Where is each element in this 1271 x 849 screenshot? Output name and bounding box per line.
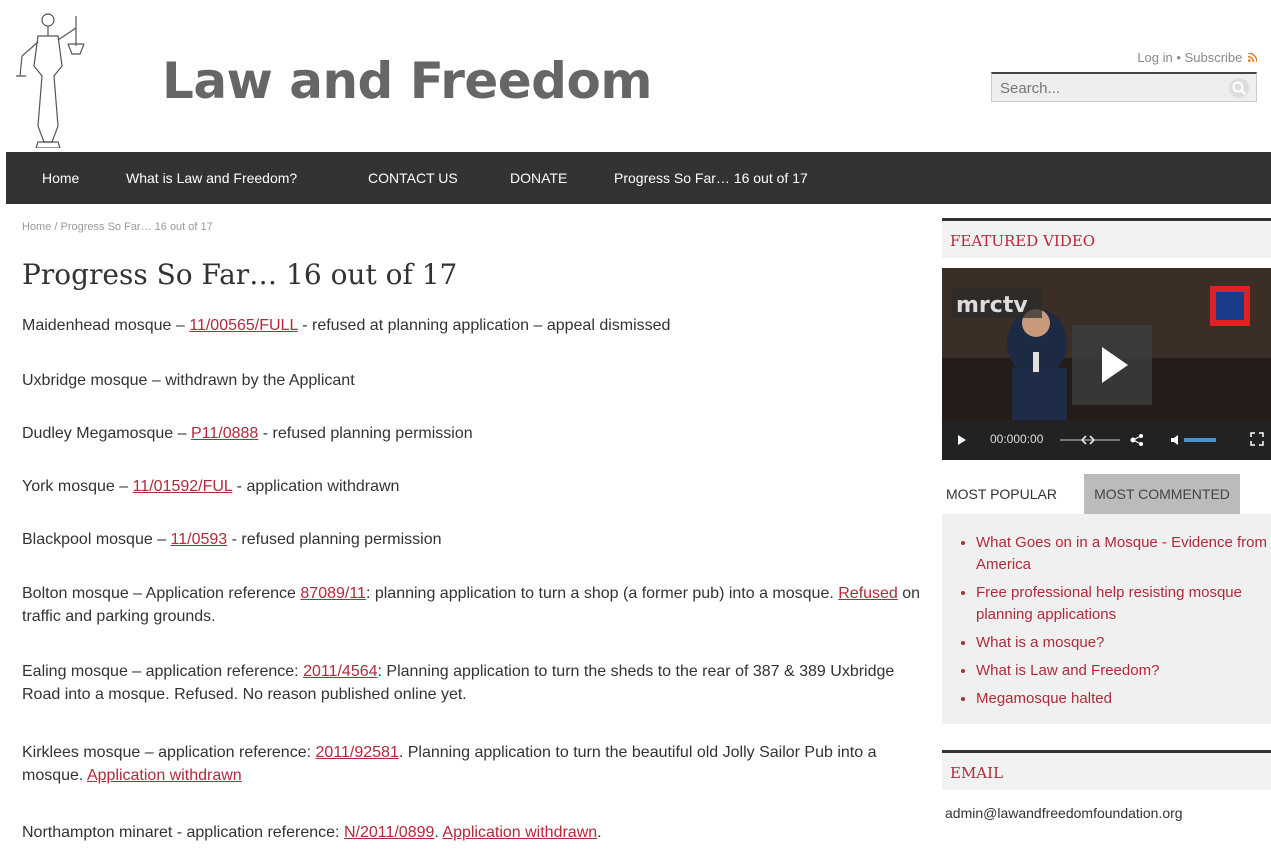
main-nav: Home What is Law and Freedom? CONTACT US… <box>6 152 1271 204</box>
popular-link[interactable]: What Goes on in a Mosque - Evidence from… <box>976 534 1267 573</box>
email-title: EMAIL <box>942 750 1271 790</box>
nav-what-is[interactable]: What is Law and Freedom? <box>126 152 297 204</box>
volume-icon[interactable] <box>1170 433 1220 447</box>
email-widget: EMAIL <box>942 750 1271 790</box>
login-link[interactable]: Log in <box>1137 50 1172 65</box>
nav-donate[interactable]: DONATE <box>510 152 567 204</box>
page-title: Progress So Far… 16 out of 17 <box>22 258 458 291</box>
search-icon[interactable] <box>1228 77 1250 99</box>
nav-contact[interactable]: CONTACT US <box>368 152 458 204</box>
entry-text: - refused planning permission <box>227 531 442 548</box>
entry-text: Ealing mosque – application reference: <box>22 663 304 680</box>
most-popular-list: What Goes on in a Mosque - Evidence from… <box>942 514 1271 724</box>
nav-home[interactable]: Home <box>42 152 79 204</box>
popular-link[interactable]: What is Law and Freedom? <box>976 662 1159 679</box>
entry-text: - refused at planning application – appe… <box>297 317 671 334</box>
list-item: Megamosque halted <box>976 688 1271 710</box>
popular-link[interactable]: What is a mosque? <box>976 634 1104 651</box>
entry-link[interactable]: P11/0888 <box>191 425 258 442</box>
play-button[interactable] <box>1072 325 1152 405</box>
entry-link[interactable]: N/2011/0899 <box>344 824 434 841</box>
entry-link[interactable]: Application withdrawn <box>87 767 242 784</box>
play-icon <box>1102 347 1128 383</box>
entry-bolton: Bolton mosque – Application reference 87… <box>22 582 932 628</box>
search-input[interactable] <box>992 74 1222 102</box>
entry-link[interactable]: 87089/11 <box>300 585 366 602</box>
featured-video-player[interactable]: mrctv 00:000:00 <box>942 268 1271 460</box>
entry-uxbridge: Uxbridge mosque – withdrawn by the Appli… <box>22 369 932 392</box>
list-item: What Goes on in a Mosque - Evidence from… <box>976 532 1271 576</box>
email-address[interactable]: admin@lawandfreedomfoundation.org <box>945 805 1183 821</box>
separator: • <box>1176 50 1181 65</box>
entry-text: - refused planning permission <box>258 425 473 442</box>
play-small-icon[interactable] <box>956 434 968 446</box>
entry-maidenhead: Maidenhead mosque – 11/00565/FULL - refu… <box>22 314 932 337</box>
popular-link[interactable]: Megamosque halted <box>976 690 1112 707</box>
list-item: What is a mosque? <box>976 632 1271 654</box>
list-item: What is Law and Freedom? <box>976 660 1271 682</box>
entry-link[interactable]: Application withdrawn <box>442 824 597 841</box>
entry-kirklees: Kirklees mosque – application reference:… <box>22 741 932 787</box>
fullscreen-icon[interactable] <box>1250 432 1264 446</box>
entry-text: Blackpool mosque – <box>22 531 171 548</box>
subscribe-link[interactable]: Subscribe <box>1185 50 1243 65</box>
rss-icon[interactable] <box>1248 53 1257 62</box>
entry-text: : planning application to turn a shop (a… <box>365 585 839 602</box>
breadcrumb[interactable]: Home / Progress So Far… 16 out of 17 <box>22 221 213 233</box>
scales-of-justice-logo[interactable] <box>8 6 88 148</box>
entry-link[interactable]: 11/0593 <box>171 531 228 548</box>
entry-text: Bolton mosque – Application reference <box>22 585 301 602</box>
nav-progress[interactable]: Progress So Far… 16 out of 17 <box>614 152 808 204</box>
search-box <box>991 72 1257 102</box>
site-title[interactable]: Law and Freedom <box>162 52 652 110</box>
video-time: 00:000:00 <box>990 432 1044 446</box>
entry-link[interactable]: 2011/92581 <box>316 744 399 761</box>
entry-link[interactable]: Refused <box>838 585 898 602</box>
video-controls: 00:000:00 <box>942 420 1271 460</box>
entry-link[interactable]: 11/00565/FULL <box>189 317 298 334</box>
entry-text: Maidenhead mosque – <box>22 317 190 334</box>
entry-york: York mosque – 11/01592/FUL - application… <box>22 475 932 498</box>
site-header: Law and Freedom Log in • Subscribe <box>0 0 1271 152</box>
tab-most-popular[interactable]: MOST POPULAR <box>946 474 1057 514</box>
list-item: Free professional help resisting mosque … <box>976 582 1271 626</box>
sidebar: FEATURED VIDEO <box>942 218 1271 258</box>
entry-link[interactable]: 11/01592/FUL <box>133 478 233 495</box>
popular-link[interactable]: Free professional help resisting mosque … <box>976 584 1242 623</box>
progress-slider[interactable] <box>1060 433 1120 447</box>
video-channel-logo: mrctv <box>956 293 1028 318</box>
entry-dudley: Dudley Megamosque – P11/0888 - refused p… <box>22 422 932 445</box>
entry-northampton: Northampton minaret - application refere… <box>22 821 932 844</box>
entry-text: - application withdrawn <box>232 478 400 495</box>
entry-ealing: Ealing mosque – application reference: 2… <box>22 660 932 706</box>
sidebar-tabs: MOST POPULAR MOST COMMENTED <box>942 474 1271 514</box>
entry-blackpool: Blackpool mosque – 11/0593 - refused pla… <box>22 528 932 551</box>
entry-link[interactable]: 2011/4564 <box>303 663 377 680</box>
featured-video-title: FEATURED VIDEO <box>942 218 1271 258</box>
entry-text: Dudley Megamosque – <box>22 425 191 442</box>
entry-text: Northampton minaret - application refere… <box>22 824 344 841</box>
entry-text: Uxbridge mosque – withdrawn by the Appli… <box>22 372 355 389</box>
entry-text: Kirklees mosque – application reference: <box>22 744 316 761</box>
share-icon[interactable] <box>1127 433 1147 447</box>
entry-text: . <box>597 824 602 841</box>
tab-most-commented[interactable]: MOST COMMENTED <box>1084 474 1240 514</box>
top-links: Log in • Subscribe <box>1137 50 1257 65</box>
entry-text: York mosque – <box>22 478 133 495</box>
